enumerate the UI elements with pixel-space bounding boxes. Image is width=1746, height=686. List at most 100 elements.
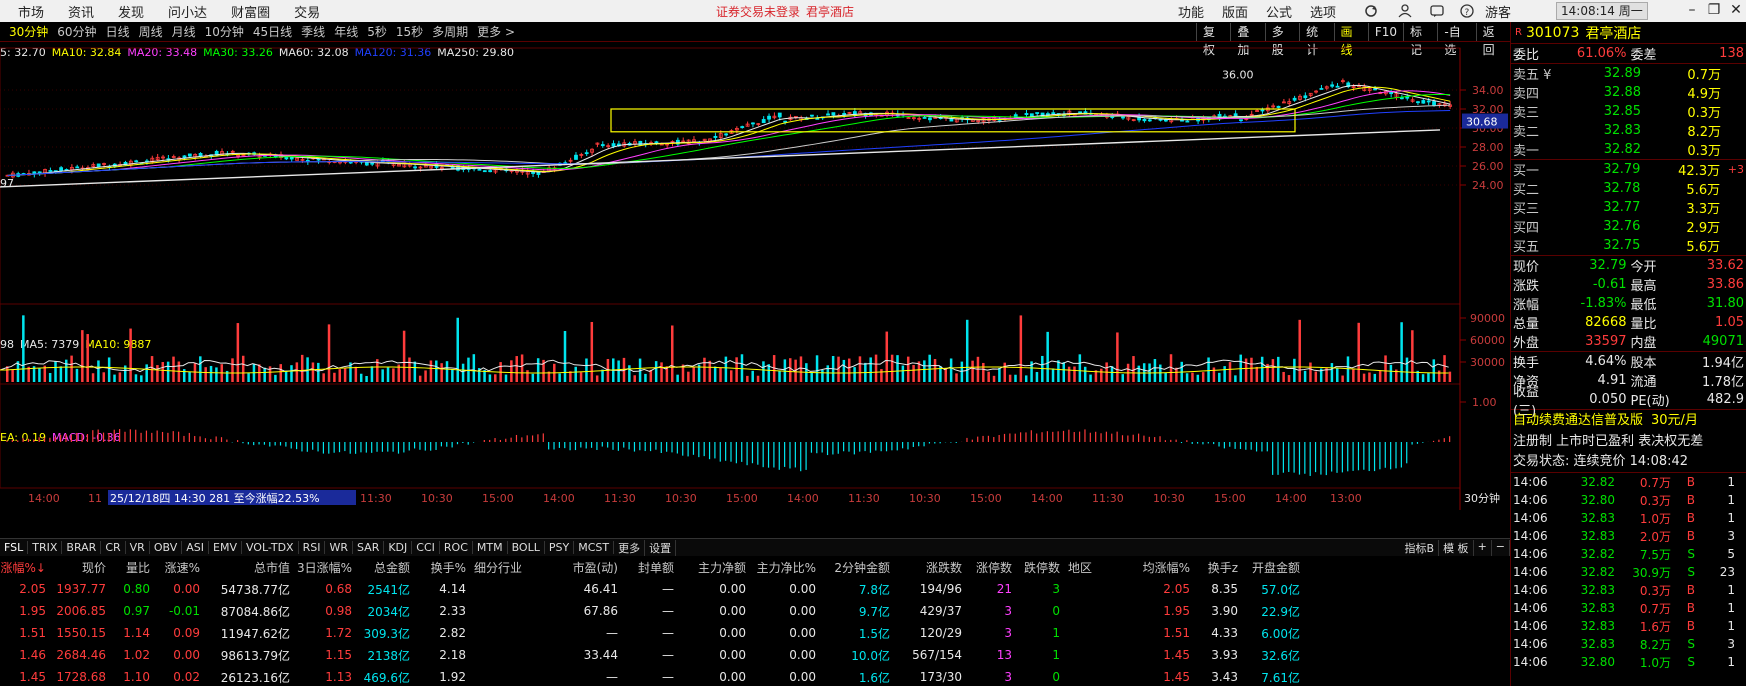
header-17[interactable]: 地区 (1060, 559, 1116, 576)
indicator-tab-1[interactable]: TRIX (28, 541, 63, 554)
table-row[interactable]: 1.45 1728.68 1.10 0.02 26123.16亿 1.13 469.6亿 1.… (0, 666, 1510, 686)
table-row[interactable]: 2.05 1937.77 0.80 0.00 54738.77亿 0.68 2541亿 4.1… (0, 578, 1510, 600)
indicator-tab-15[interactable]: MTM (473, 541, 508, 554)
header-5[interactable]: 3日涨幅% (290, 559, 352, 576)
indicator-tab-11[interactable]: SAR (353, 541, 385, 554)
indicator-tab-18[interactable]: MCST (574, 541, 615, 554)
menu-item-4[interactable]: 财富圈 (231, 2, 270, 21)
indicator-right-tab-1[interactable]: 模 板 (1439, 539, 1474, 556)
header-16[interactable]: 跌停数 (1012, 559, 1060, 576)
indicator-tab-12[interactable]: KDJ (384, 541, 413, 554)
period-tab-0[interactable]: 30分钟 (9, 23, 48, 40)
help-icon[interactable]: ? (1460, 4, 1474, 18)
user-icon[interactable] (1398, 4, 1412, 18)
indicator-tab-5[interactable]: OBV (150, 541, 183, 554)
chart-tool-8[interactable]: 返回 (1475, 23, 1510, 57)
restore-icon[interactable]: ❐ (1704, 2, 1724, 18)
right-menu-item-3[interactable]: 选项 (1310, 2, 1336, 21)
right-menu-item-0[interactable]: 功能 (1178, 2, 1204, 21)
chart-tool-4[interactable]: 画线 (1333, 23, 1368, 57)
period-tab-3[interactable]: 周线 (139, 23, 163, 40)
login-notice[interactable]: 证券交易未登录 君亭酒店 (716, 3, 854, 20)
bid-row-4[interactable]: 买五 32.75 5.6万 (1511, 236, 1746, 255)
header-9[interactable]: 市盈(动) (536, 559, 618, 576)
indicator-tab-17[interactable]: PSY (545, 541, 575, 554)
header-15[interactable]: 涨停数 (962, 559, 1012, 576)
indicator-tab-2[interactable]: BRAR (62, 541, 102, 554)
bid-row-2[interactable]: 买三 32.77 3.3万 (1511, 198, 1746, 217)
guest-label[interactable]: 游客 (1485, 2, 1511, 21)
period-tab-12[interactable]: 更多 > (477, 23, 515, 40)
bid-row-0[interactable]: 买一 32.79 42.3万 +3 (1511, 160, 1746, 179)
period-tab-2[interactable]: 日线 (106, 23, 130, 40)
chart-tool-7[interactable]: -自选 (1437, 23, 1475, 57)
indicator-right-tab-0[interactable]: 指标B (1401, 539, 1440, 556)
indicator-tab-4[interactable]: VR (126, 541, 150, 554)
header-6[interactable]: 总金额 (352, 559, 410, 576)
subscription-promo[interactable]: 自动续费通达信普及版 30元/月 (1511, 410, 1746, 432)
indicator-tab-0[interactable]: FSL (0, 541, 29, 554)
bid-row-3[interactable]: 买四 32.76 2.9万 (1511, 217, 1746, 236)
period-tab-11[interactable]: 多周期 (432, 23, 468, 40)
period-tab-6[interactable]: 45日线 (253, 23, 292, 40)
header-2[interactable]: 量比 (106, 559, 150, 576)
indicator-tab-8[interactable]: VOL-TDX (242, 541, 299, 554)
right-menu-item-2[interactable]: 公式 (1266, 2, 1292, 21)
bid-row-1[interactable]: 买二 32.78 5.6万 (1511, 179, 1746, 198)
indicator-tab-9[interactable]: RSI (299, 541, 326, 554)
period-tab-10[interactable]: 15秒 (396, 23, 423, 40)
indicator-tab-14[interactable]: ROC (440, 541, 473, 554)
header-20[interactable]: 开盘金额 (1238, 559, 1300, 576)
menu-item-0[interactable]: 市场 (18, 2, 44, 21)
indicator-tab-16[interactable]: BOLL (508, 541, 545, 554)
menu-item-1[interactable]: 资讯 (68, 2, 94, 21)
indicator-tab-13[interactable]: CCI (412, 541, 440, 554)
table-row[interactable]: 1.95 2006.85 0.97 -0.01 87084.86亿 0.98 2034亿 2.… (0, 600, 1510, 622)
indicator-right-tab-2[interactable]: + (1474, 539, 1492, 556)
header-7[interactable]: 换手% (410, 559, 466, 576)
indicator-tab-20[interactable]: 设置 (645, 539, 677, 556)
indicator-tab-6[interactable]: ASI (182, 541, 209, 554)
header-18[interactable]: 均涨幅% (1116, 559, 1190, 576)
ask-row-2[interactable]: 卖三 32.85 0.3万 (1511, 102, 1746, 121)
indicator-tab-3[interactable]: CR (101, 541, 126, 554)
period-tab-8[interactable]: 年线 (334, 23, 358, 40)
table-row[interactable]: 1.51 1550.15 1.14 0.09 11947.62亿 1.72 309.3亿 2.… (0, 622, 1510, 644)
ask-row-3[interactable]: 卖二 32.83 8.2万 (1511, 121, 1746, 140)
menu-item-2[interactable]: 发现 (118, 2, 144, 21)
header-0[interactable]: 涨幅%↓ (0, 559, 46, 576)
minimize-icon[interactable]: – (1682, 2, 1702, 18)
indicator-right-tab-3[interactable]: − (1492, 539, 1510, 556)
header-4[interactable]: 总市值 (200, 559, 290, 576)
menu-item-3[interactable]: 问小达 (168, 2, 207, 21)
period-tab-1[interactable]: 60分钟 (57, 23, 96, 40)
indicator-tab-10[interactable]: WR (325, 541, 353, 554)
chart-tool-1[interactable]: 叠加 (1230, 23, 1264, 57)
kline-svg[interactable]: 34.0032.0030.0028.0026.0024.0030.6836.00… (0, 40, 1510, 538)
chart-tool-5[interactable]: F10 (1367, 23, 1403, 41)
tick-list[interactable]: 14:06 32.82 0.7万 B 1 14:06 32.80 0.3万 B 1 14:06 32.… (1511, 473, 1746, 671)
close-icon[interactable]: ✕ (1726, 2, 1746, 18)
header-19[interactable]: 换手z (1190, 559, 1238, 576)
refresh-icon[interactable] (1364, 4, 1378, 18)
chart-tool-3[interactable]: 统计 (1299, 23, 1333, 57)
period-tab-7[interactable]: 季线 (301, 23, 325, 40)
period-tab-9[interactable]: 5秒 (367, 23, 387, 40)
header-1[interactable]: 现价 (46, 559, 106, 576)
header-10[interactable]: 封单额 (618, 559, 674, 576)
header-14[interactable]: 涨跌数 (890, 559, 962, 576)
chart-tool-2[interactable]: 多股 (1264, 23, 1299, 57)
ask-row-0[interactable]: 卖五 ¥ 32.89 0.7万 (1511, 64, 1746, 83)
header-13[interactable]: 2分钟金额 (816, 559, 890, 576)
ask-row-1[interactable]: 卖四 32.88 4.9万 (1511, 83, 1746, 102)
menu-item-5[interactable]: 交易 (294, 2, 320, 21)
indicator-tab-19[interactable]: 更多 (614, 539, 646, 556)
indicator-tab-7[interactable]: EMV (209, 541, 242, 554)
ask-row-4[interactable]: 卖一 32.82 0.3万 (1511, 140, 1746, 159)
header-12[interactable]: 主力净比% (746, 559, 816, 576)
header-8[interactable]: 细分行业 (466, 559, 536, 576)
message-icon[interactable] (1430, 4, 1444, 18)
chart-tool-0[interactable]: 复权 (1196, 23, 1230, 57)
header-3[interactable]: 涨速% (150, 559, 200, 576)
period-tab-4[interactable]: 月线 (172, 23, 196, 40)
